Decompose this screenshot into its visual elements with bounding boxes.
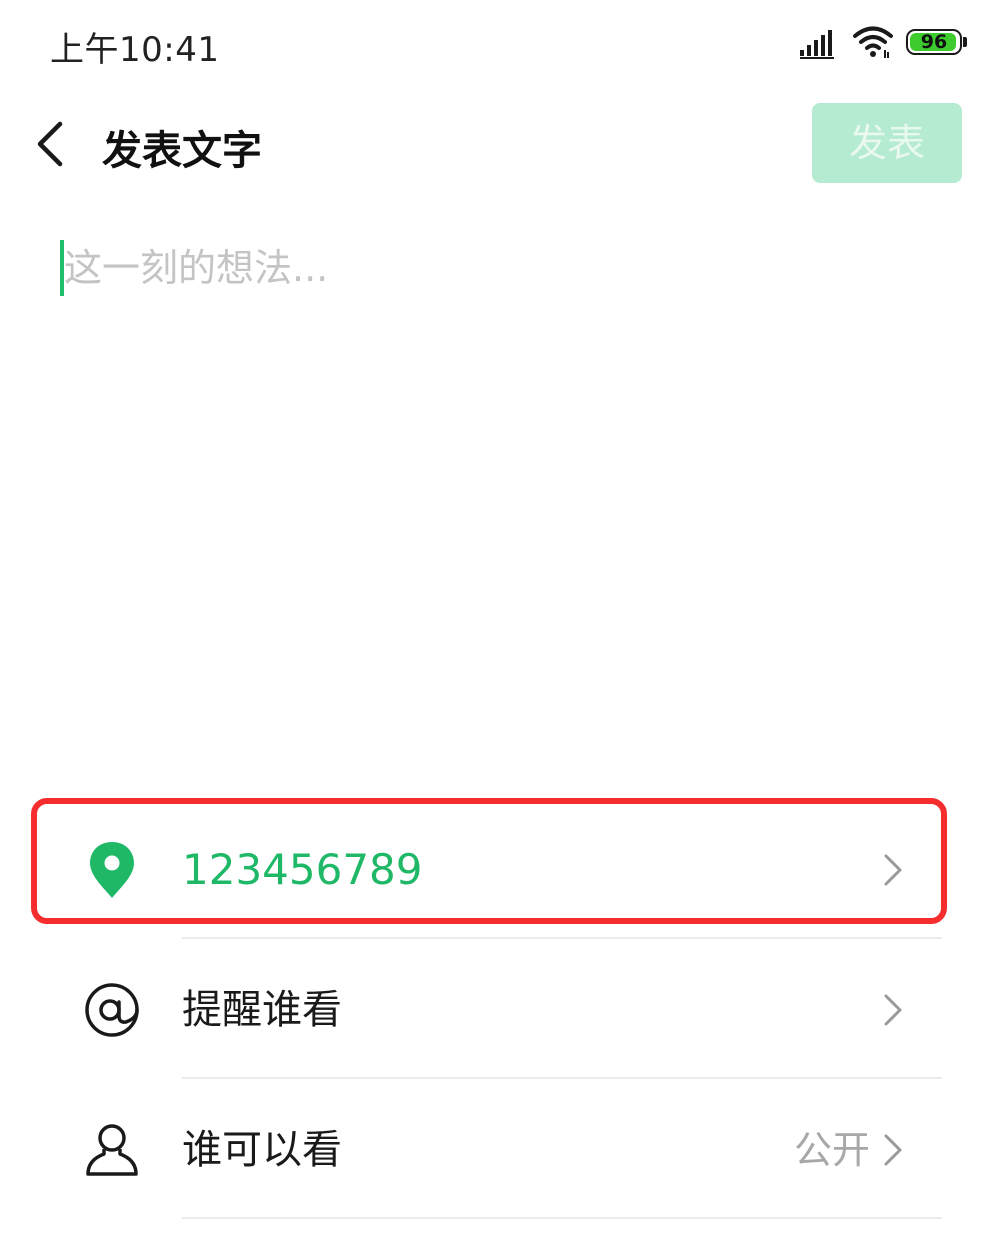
status-time: 上午10:41 xyxy=(50,30,220,70)
at-icon xyxy=(85,983,139,1037)
post-text-input[interactable] xyxy=(64,240,944,740)
visibility-row[interactable]: 谁可以看 公开 xyxy=(0,1080,1000,1220)
visibility-label: 谁可以看 xyxy=(182,1127,342,1173)
mention-label: 提醒谁看 xyxy=(182,987,342,1033)
divider xyxy=(182,1217,942,1219)
signal-icon xyxy=(800,30,834,59)
publish-button[interactable]: 发表 xyxy=(812,103,962,183)
page-title: 发表文字 xyxy=(102,128,262,174)
divider xyxy=(182,1077,942,1079)
battery-level: 96 xyxy=(920,31,948,53)
mention-row[interactable]: 提醒谁看 xyxy=(0,940,1000,1080)
divider xyxy=(182,937,942,939)
battery-icon: 96 xyxy=(906,29,968,57)
status-bar: 上午10:41 96 xyxy=(0,0,1000,88)
wifi-icon xyxy=(853,26,893,58)
back-icon[interactable] xyxy=(30,116,74,172)
location-highlight-box xyxy=(31,798,947,924)
visibility-value: 公开 xyxy=(793,1128,870,1172)
person-icon xyxy=(86,1124,138,1176)
chevron-right-icon xyxy=(884,994,902,1026)
chevron-right-icon xyxy=(884,1134,902,1166)
